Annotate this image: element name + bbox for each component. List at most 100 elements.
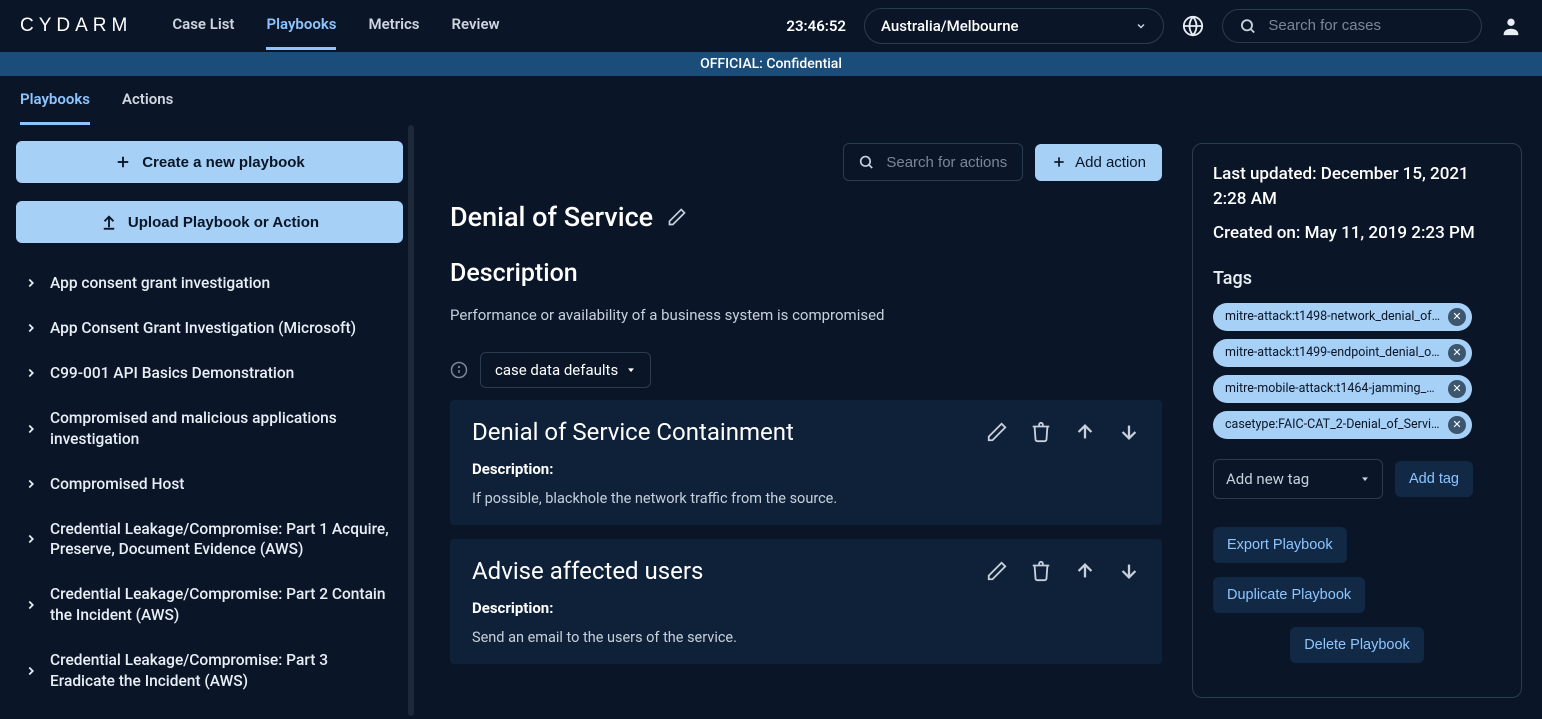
global-search[interactable] <box>1222 9 1482 43</box>
playbook-item-label: Credential Leakage/Compromise: Part 1 Ac… <box>50 519 395 561</box>
chevron-right-icon <box>24 598 38 612</box>
tag-text: mitre-attack:t1499-endpoint_denial_of_se… <box>1225 345 1440 360</box>
top-navbar: CYDARM Case List Playbooks Metrics Revie… <box>0 0 1542 52</box>
playbook-item[interactable]: App consent grant investigation <box>16 261 403 306</box>
playbook-item[interactable]: Credential Leakage/Compromise: Part 1 Ac… <box>16 507 403 573</box>
classification-banner: OFFICIAL: Confidential <box>0 52 1542 76</box>
playbook-item-label: Credential Leakage/Compromise: Part 3 Er… <box>50 650 395 692</box>
tag-list: mitre-attack:t1498-network_denial_of_ser… <box>1213 303 1501 447</box>
add-action-button[interactable]: Add action <box>1035 144 1162 181</box>
edit-step-button[interactable] <box>986 421 1008 443</box>
playbook-item[interactable]: C99-001 API Basics Demonstration <box>16 351 403 396</box>
brand-text: CYDARM <box>20 15 132 37</box>
duplicate-playbook-button[interactable]: Duplicate Playbook <box>1213 577 1365 613</box>
add-action-label: Add action <box>1075 154 1146 171</box>
delete-playbook-button[interactable]: Delete Playbook <box>1290 627 1424 663</box>
playbook-title: Denial of Service <box>450 201 653 233</box>
tag-text: casetype:FAIC-CAT_2-Denial_of_Service <box>1225 417 1440 432</box>
user-icon[interactable] <box>1500 15 1522 37</box>
main-nav: Case List Playbooks Metrics Review <box>172 1 499 50</box>
step-desc-label: Description: <box>472 599 1140 617</box>
chevron-right-icon <box>24 422 38 436</box>
case-data-defaults-select[interactable]: case data defaults <box>480 352 651 388</box>
chevron-right-icon <box>24 532 38 546</box>
timezone-select[interactable]: Australia/Melbourne <box>864 8 1164 44</box>
add-tag-button[interactable]: Add tag <box>1395 461 1473 497</box>
subtab-playbooks[interactable]: Playbooks <box>20 76 90 125</box>
case-data-defaults-label: case data defaults <box>495 361 618 379</box>
playbook-item-label: App Consent Grant Investigation (Microso… <box>50 318 356 339</box>
playbook-item-label: Compromised Host <box>50 474 184 495</box>
playbook-item[interactable]: Credential Leakage/Compromise: Part 3 Er… <box>16 638 403 704</box>
subtab-actions[interactable]: Actions <box>122 76 173 125</box>
brand-logo: CYDARM <box>20 15 132 37</box>
nav-review[interactable]: Review <box>452 1 500 50</box>
step-desc-text: If possible, blackhole the network traff… <box>472 490 1140 507</box>
playbook-item-label: Credential Leakage/Compromise: Part 2 Co… <box>50 584 395 626</box>
globe-icon[interactable] <box>1182 15 1204 37</box>
delete-step-button[interactable] <box>1030 421 1052 443</box>
playbook-item[interactable]: Compromised Host <box>16 462 403 507</box>
description-text: Performance or availability of a busines… <box>450 306 1162 324</box>
remove-tag-button[interactable]: ✕ <box>1448 380 1466 398</box>
nav-playbooks[interactable]: Playbooks <box>266 1 336 50</box>
add-tag-select[interactable]: Add new tag <box>1213 459 1383 499</box>
chevron-right-icon <box>24 477 38 491</box>
plus-icon <box>114 153 132 171</box>
create-playbook-label: Create a new playbook <box>142 154 305 171</box>
created-on: Created on: May 11, 2019 2:23 PM <box>1213 221 1501 246</box>
step-title: Advise affected users <box>472 557 703 585</box>
last-updated: Last updated: December 15, 2021 2:28 AM <box>1213 162 1501 211</box>
global-search-input[interactable] <box>1268 17 1465 34</box>
sub-tabs: Playbooks Actions <box>0 76 1542 125</box>
tag-chip: mitre-attack:t1499-endpoint_denial_of_se… <box>1213 339 1472 367</box>
info-icon[interactable] <box>450 361 468 379</box>
move-up-button[interactable] <box>1074 560 1096 582</box>
move-up-button[interactable] <box>1074 421 1096 443</box>
tag-chip: casetype:FAIC-CAT_2-Denial_of_Service ✕ <box>1213 411 1472 439</box>
nav-case-list[interactable]: Case List <box>172 1 234 50</box>
remove-tag-button[interactable]: ✕ <box>1448 416 1466 434</box>
chevron-right-icon <box>24 276 38 290</box>
playbook-item[interactable]: Credential Leakage/Compromise: Part 2 Co… <box>16 572 403 638</box>
create-playbook-button[interactable]: Create a new playbook <box>16 141 403 183</box>
edit-title-button[interactable] <box>667 207 687 227</box>
playbook-list: App consent grant investigation App Cons… <box>16 261 403 704</box>
chevron-right-icon <box>24 321 38 335</box>
chevron-down-icon <box>626 365 636 375</box>
meta-panel: Last updated: December 15, 2021 2:28 AM … <box>1192 143 1522 698</box>
playbook-item[interactable]: Compromised and malicious applications i… <box>16 396 403 462</box>
playbook-detail: Add action Denial of Service Description… <box>420 125 1192 716</box>
step-card: Advise affected users Description: Send … <box>450 539 1162 664</box>
step-desc-label: Description: <box>472 460 1140 478</box>
playbook-item-label: App consent grant investigation <box>50 273 270 294</box>
upload-playbook-button[interactable]: Upload Playbook or Action <box>16 201 403 243</box>
step-card: Denial of Service Containment Descriptio… <box>450 400 1162 525</box>
plus-icon <box>1051 154 1067 170</box>
action-search-input[interactable] <box>886 154 1008 171</box>
search-icon <box>1239 16 1256 36</box>
move-down-button[interactable] <box>1118 560 1140 582</box>
remove-tag-button[interactable]: ✕ <box>1448 308 1466 326</box>
chevron-right-icon <box>24 664 38 678</box>
edit-step-button[interactable] <box>986 560 1008 582</box>
pencil-icon <box>667 207 687 227</box>
chevron-right-icon <box>24 366 38 380</box>
tags-heading: Tags <box>1213 268 1501 289</box>
playbook-item-label: C99-001 API Basics Demonstration <box>50 363 294 384</box>
playbook-item-label: Compromised and malicious applications i… <box>50 408 395 450</box>
tag-text: mitre-attack:t1498-network_denial_of_ser… <box>1225 309 1440 324</box>
action-search[interactable] <box>843 143 1023 181</box>
remove-tag-button[interactable]: ✕ <box>1448 344 1466 362</box>
upload-playbook-label: Upload Playbook or Action <box>128 214 319 231</box>
export-playbook-button[interactable]: Export Playbook <box>1213 527 1347 563</box>
upload-icon <box>100 213 118 231</box>
delete-step-button[interactable] <box>1030 560 1052 582</box>
move-down-button[interactable] <box>1118 421 1140 443</box>
description-heading: Description <box>450 259 1162 288</box>
tag-chip: mitre-mobile-attack:t1464-jamming_or_den… <box>1213 375 1472 403</box>
playbook-item[interactable]: App Consent Grant Investigation (Microso… <box>16 306 403 351</box>
tag-chip: mitre-attack:t1498-network_denial_of_ser… <box>1213 303 1472 331</box>
nav-metrics[interactable]: Metrics <box>368 1 419 50</box>
search-icon <box>858 152 874 172</box>
